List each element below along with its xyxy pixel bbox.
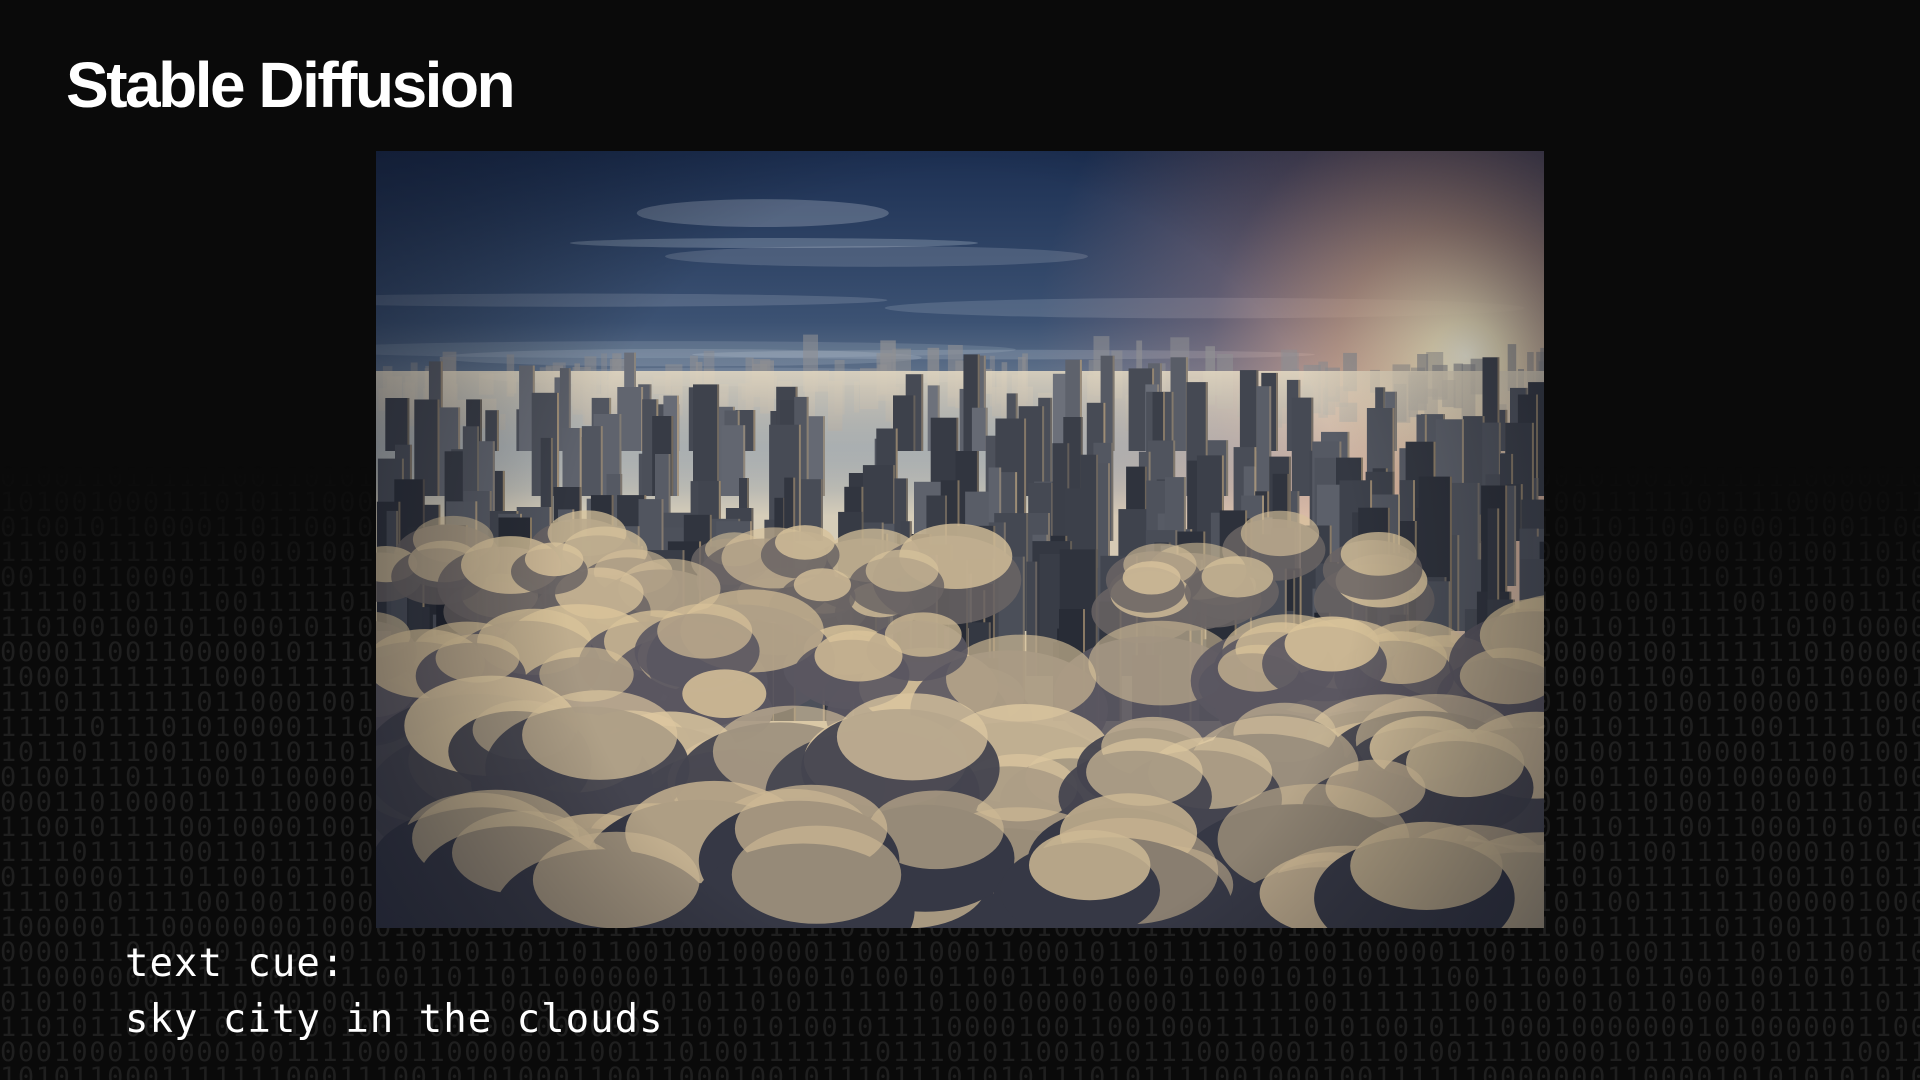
sky-city-illustration	[376, 151, 1544, 928]
slide-title: Stable Diffusion	[66, 49, 516, 121]
slide: 0100110111111001101011011111110010000011…	[0, 0, 1920, 1080]
caption-prompt: sky city in the clouds	[125, 997, 664, 1042]
text-cue-caption: text cue: sky city in the clouds	[125, 936, 664, 1048]
generated-image	[376, 151, 1544, 928]
caption-label: text cue:	[125, 941, 346, 986]
